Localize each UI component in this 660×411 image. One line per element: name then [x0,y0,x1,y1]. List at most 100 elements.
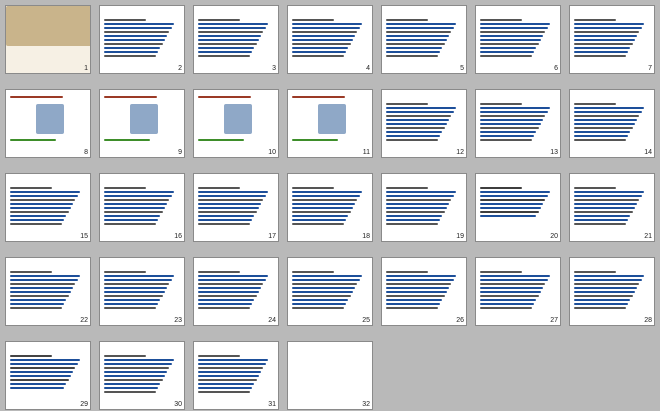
slide-number: 13 [550,149,558,156]
text-line [104,307,156,309]
slide-thumbnail-22[interactable]: 22 [5,257,91,326]
slide-thumbnail-25[interactable]: 25 [287,257,373,326]
slide-text-lines [104,17,180,69]
text-line [574,103,616,105]
slide-thumbnail-30[interactable]: 30 [99,341,185,410]
text-line [198,271,240,273]
slide-thumbnail-7[interactable]: 7 [569,5,655,74]
slide-thumbnail-5[interactable]: 5 [381,5,467,74]
text-line [292,27,360,29]
slide-thumbnail-28[interactable]: 28 [569,257,655,326]
text-line [386,283,452,285]
slide-thumbnail-10[interactable]: 10 [193,89,279,158]
text-line [104,35,168,37]
slide-thumbnail-27[interactable]: 27 [475,257,561,326]
slide-thumbnail-15[interactable]: 15 [5,173,91,242]
text-line [198,203,262,205]
slide-number: 22 [80,317,88,324]
text-line [292,195,360,197]
text-line [574,19,616,21]
text-line [574,31,640,33]
text-line [104,379,163,381]
slide-thumbnail-17[interactable]: 17 [193,173,279,242]
slide-thumbnail-23[interactable]: 23 [99,257,185,326]
slide-number: 4 [366,65,370,72]
slide-text-lines [198,94,274,100]
text-line [480,215,537,217]
text-line [480,51,534,53]
slide-thumbnail-4[interactable]: 4 [287,5,373,74]
text-line [386,199,452,201]
text-line [104,215,161,217]
text-line [198,39,259,41]
slide-text-lines [10,353,86,405]
text-line [10,355,52,357]
text-line [198,187,240,189]
text-line [480,187,522,189]
slide-text-lines [198,269,274,321]
slide-thumbnail-31[interactable]: 31 [193,341,279,410]
text-line [386,219,440,221]
text-line [198,207,259,209]
text-line [292,275,362,277]
slide-thumbnail-3[interactable]: 3 [193,5,279,74]
slide-thumbnail-12[interactable]: 12 [381,89,467,158]
text-line [386,279,454,281]
text-line [198,359,268,361]
text-line [198,31,264,33]
text-line [574,23,644,25]
text-line [386,187,428,189]
text-line [10,363,78,365]
text-line [10,215,67,217]
text-line [480,299,537,301]
text-line [104,96,158,98]
slide-number: 3 [272,65,276,72]
slide-thumbnail-9[interactable]: 9 [99,89,185,158]
slide-thumbnail-32[interactable]: 32 [287,341,373,410]
slide-thumbnail-8[interactable]: 8 [5,89,91,158]
text-line [480,107,550,109]
slide-thumbnail-13[interactable]: 13 [475,89,561,158]
text-line [10,223,62,225]
slide-thumbnail-16[interactable]: 16 [99,173,185,242]
text-line [198,195,266,197]
text-line [574,219,628,221]
text-line [10,295,69,297]
slide-thumbnail-19[interactable]: 19 [381,173,467,242]
text-line [198,47,255,49]
text-line [104,27,172,29]
text-line [104,51,158,53]
slide-text-lines [574,185,650,237]
text-line [480,203,544,205]
text-line [480,47,537,49]
text-line [198,27,266,29]
slide-thumbnail-2[interactable]: 2 [99,5,185,74]
text-line [386,123,447,125]
text-line [104,31,170,33]
slide-thumbnail-21[interactable]: 21 [569,173,655,242]
text-line [574,203,638,205]
slide-number: 5 [460,65,464,72]
text-line [480,207,541,209]
slide-text-lines [104,269,180,321]
slide-thumbnail-24[interactable]: 24 [193,257,279,326]
slide-thumbnail-18[interactable]: 18 [287,173,373,242]
slide-thumbnail-20[interactable]: 20 [475,173,561,242]
slide-thumbnail-26[interactable]: 26 [381,257,467,326]
slide-number: 32 [362,401,370,408]
slide-thumbnail-29[interactable]: 29 [5,341,91,410]
slide-thumbnail-14[interactable]: 14 [569,89,655,158]
text-line [480,119,544,121]
slide-thumbnail-1[interactable]: 1 [5,5,91,74]
slide-thumbnail-6[interactable]: 6 [475,5,561,74]
slide-text-lines [292,269,368,321]
text-line [198,303,252,305]
text-line [104,207,165,209]
text-line [104,303,158,305]
text-line [480,195,548,197]
text-line [574,131,631,133]
text-line [104,375,165,377]
slide-number: 1 [84,65,88,72]
slide-thumbnail-11[interactable]: 11 [287,89,373,158]
text-line [292,283,358,285]
